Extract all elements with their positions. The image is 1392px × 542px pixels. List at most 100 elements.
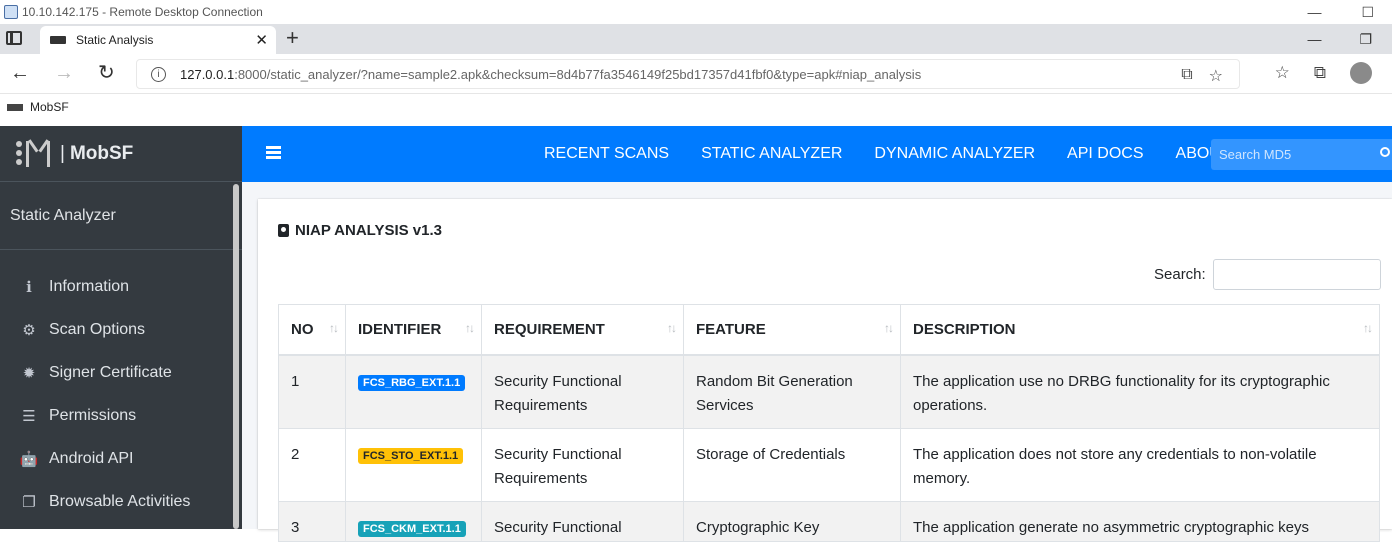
nav-api-docs[interactable]: API DOCS bbox=[1067, 145, 1143, 163]
sidebar-item-scan-options[interactable]: ⚙ Scan Options bbox=[0, 308, 242, 351]
collections-icon[interactable]: ⧉ bbox=[1314, 63, 1326, 83]
col-requirement[interactable]: REQUIREMENT ↑↓ bbox=[481, 304, 684, 356]
search-icon[interactable] bbox=[1380, 147, 1390, 157]
cell-requirement: Security Functional Requirements bbox=[481, 428, 684, 502]
main-content: NIAP ANALYSIS v1.3 Search: NO ↑↓ IDENTIFI… bbox=[242, 182, 1392, 542]
table-search: Search: bbox=[1154, 259, 1381, 290]
col-feature[interactable]: FEATURE ↑↓ bbox=[683, 304, 901, 356]
url-host: 127.0.0.1 bbox=[180, 66, 235, 82]
cell-requirement: Security Functional Requirements bbox=[481, 354, 684, 429]
col-label: REQUIREMENT bbox=[494, 320, 605, 338]
nav-dynamic-analyzer[interactable]: DYNAMIC ANALYZER bbox=[874, 145, 1035, 163]
col-no[interactable]: NO ↑↓ bbox=[278, 304, 346, 356]
sidebar-item-label: Signer Certificate bbox=[49, 363, 172, 381]
forward-icon[interactable]: → bbox=[54, 62, 74, 84]
sidebar-item-information[interactable]: ℹ Information bbox=[0, 265, 242, 308]
cell-identifier: FCS_STO_EXT.1.1 bbox=[345, 428, 482, 502]
cell-no: 3 bbox=[278, 501, 346, 542]
bookmark-favicon-icon bbox=[7, 103, 23, 111]
rdp-maximize-icon[interactable]: ☐ bbox=[1361, 4, 1374, 21]
rdp-window-controls: — ☐ bbox=[1307, 0, 1374, 24]
niap-analysis-card: NIAP ANALYSIS v1.3 Search: NO ↑↓ IDENTIFI… bbox=[258, 199, 1392, 542]
bookmark-mobsf[interactable]: MobSF bbox=[30, 100, 69, 114]
sidebar-item-label: Information bbox=[49, 277, 130, 295]
back-icon[interactable]: ← bbox=[10, 62, 30, 84]
table-header-row: NO ↑↓ IDENTIFIER ↑↓ REQUIREMENT ↑↓ FEATURE ↑… bbox=[278, 304, 1380, 356]
add-favorite-icon[interactable]: ☆ bbox=[1209, 66, 1223, 86]
bookmarks-bar: MobSF bbox=[0, 94, 1392, 120]
address-bar[interactable]: i 127.0.0.1:8000/static_analyzer/?name=s… bbox=[136, 59, 1240, 89]
sidebar-item-permissions[interactable]: ☰ Permissions bbox=[0, 394, 242, 437]
card-title-text: NIAP ANALYSIS v1.3 bbox=[295, 222, 443, 239]
sort-icon[interactable]: ↑↓ bbox=[884, 321, 894, 335]
card-title: NIAP ANALYSIS v1.3 bbox=[278, 222, 442, 239]
cell-no: 1 bbox=[278, 354, 346, 429]
restore-icon[interactable]: ❐ bbox=[1359, 31, 1372, 48]
col-label: FEATURE bbox=[696, 320, 766, 338]
top-navbar: RECENT SCANS STATIC ANALYZER DYNAMIC ANA… bbox=[242, 126, 1392, 182]
sidebar-item-label: Android API bbox=[49, 449, 134, 467]
col-description[interactable]: DESCRIPTION ↑↓ bbox=[900, 304, 1380, 356]
cell-description: The application does not store any crede… bbox=[900, 428, 1380, 502]
tab-strip: Static Analysis ✕ + — ❐ bbox=[0, 24, 1392, 54]
table-search-input[interactable] bbox=[1212, 259, 1381, 290]
minimize-icon[interactable]: — bbox=[1307, 31, 1321, 47]
profile-avatar[interactable] bbox=[1350, 62, 1372, 84]
tab-title: Static Analysis bbox=[76, 33, 154, 47]
clone-icon: ❐ bbox=[22, 493, 36, 511]
sidebar-item-signer-certificate[interactable]: ✹ Signer Certificate bbox=[0, 351, 242, 394]
cell-description: The application generate no asymmetric c… bbox=[900, 501, 1380, 542]
col-label: IDENTIFIER bbox=[358, 320, 442, 338]
tab-close-icon[interactable]: ✕ bbox=[255, 31, 268, 49]
sidebar-menu: ℹ Information ⚙ Scan Options ✹ Signer Ce… bbox=[0, 250, 242, 523]
niap-table: NO ↑↓ IDENTIFIER ↑↓ REQUIREMENT ↑↓ FEATURE ↑… bbox=[278, 304, 1380, 542]
table-row: 1 FCS_RBG_EXT.1.1 Security Functional Re… bbox=[278, 354, 1380, 429]
brand[interactable]: | MobSF bbox=[0, 126, 242, 182]
certificate-icon: ✹ bbox=[22, 364, 36, 382]
nav-static-analyzer[interactable]: STATIC ANALYZER bbox=[701, 145, 842, 163]
address-bar-actions: ⧉ ☆ bbox=[1181, 66, 1223, 86]
rdp-app-icon bbox=[4, 5, 18, 19]
site-info-icon[interactable]: i bbox=[151, 66, 166, 82]
mobsf-logo-icon bbox=[16, 138, 50, 169]
sidebar-item-label: Permissions bbox=[49, 406, 137, 424]
cell-feature: Random Bit Generation Services bbox=[683, 354, 901, 429]
rdp-title: 10.10.142.175 - Remote Desktop Connectio… bbox=[22, 5, 263, 19]
android-icon: 🤖 bbox=[19, 450, 39, 468]
col-label: NO bbox=[291, 320, 314, 338]
nav-recent-scans[interactable]: RECENT SCANS bbox=[544, 145, 669, 163]
sort-icon[interactable]: ↑↓ bbox=[465, 321, 475, 335]
reader-view-icon[interactable]: ⧉ bbox=[1181, 66, 1192, 86]
sidebar-item-label: Scan Options bbox=[49, 320, 146, 338]
sidebar-item-browsable-activities[interactable]: ❐ Browsable Activities bbox=[0, 480, 242, 523]
brand-name: MobSF bbox=[69, 142, 134, 164]
rdp-title-bar: 10.10.142.175 - Remote Desktop Connectio… bbox=[0, 0, 1392, 24]
list-icon: ☰ bbox=[22, 407, 36, 425]
rdp-minimize-icon[interactable]: — bbox=[1307, 4, 1321, 20]
gear-icon: ⚙ bbox=[22, 321, 36, 339]
nav-links: RECENT SCANS STATIC ANALYZER DYNAMIC ANA… bbox=[544, 126, 1231, 182]
sidebar-item-label: Browsable Activities bbox=[49, 492, 191, 510]
sidebar-scrollbar[interactable] bbox=[233, 184, 239, 529]
hamburger-menu-icon[interactable] bbox=[266, 146, 281, 159]
identifier-badge: FCS_CKM_EXT.1.1 bbox=[358, 521, 466, 537]
sort-icon[interactable]: ↑↓ bbox=[667, 321, 677, 335]
favorites-icon[interactable]: ☆ bbox=[1275, 63, 1290, 83]
sidebar-section-title[interactable]: Static Analyzer bbox=[0, 182, 242, 250]
col-identifier[interactable]: IDENTIFIER ↑↓ bbox=[345, 304, 482, 356]
tab-actions-icon[interactable] bbox=[6, 31, 22, 45]
cell-identifier: FCS_CKM_EXT.1.1 bbox=[345, 501, 482, 542]
table-row: 2 FCS_STO_EXT.1.1 Security Functional Re… bbox=[278, 428, 1380, 502]
new-tab-icon[interactable]: + bbox=[286, 27, 299, 49]
sort-icon[interactable]: ↑↓ bbox=[329, 321, 339, 335]
sidebar: | MobSF Static Analyzer ℹ Information ⚙ … bbox=[0, 126, 242, 529]
md5-search-input[interactable]: Search MD5 bbox=[1211, 139, 1392, 170]
sort-icon[interactable]: ↑↓ bbox=[1363, 321, 1373, 335]
cell-identifier: FCS_RBG_EXT.1.1 bbox=[345, 354, 482, 429]
sidebar-item-android-api[interactable]: 🤖 Android API bbox=[0, 437, 242, 480]
cell-description: The application use no DRBG functionalit… bbox=[900, 354, 1380, 429]
cell-feature: Cryptographic Key bbox=[683, 501, 901, 542]
tab-static-analysis[interactable]: Static Analysis ✕ bbox=[40, 26, 276, 54]
cell-requirement: Security Functional bbox=[481, 501, 684, 542]
reload-icon[interactable]: ↻ bbox=[98, 62, 115, 84]
